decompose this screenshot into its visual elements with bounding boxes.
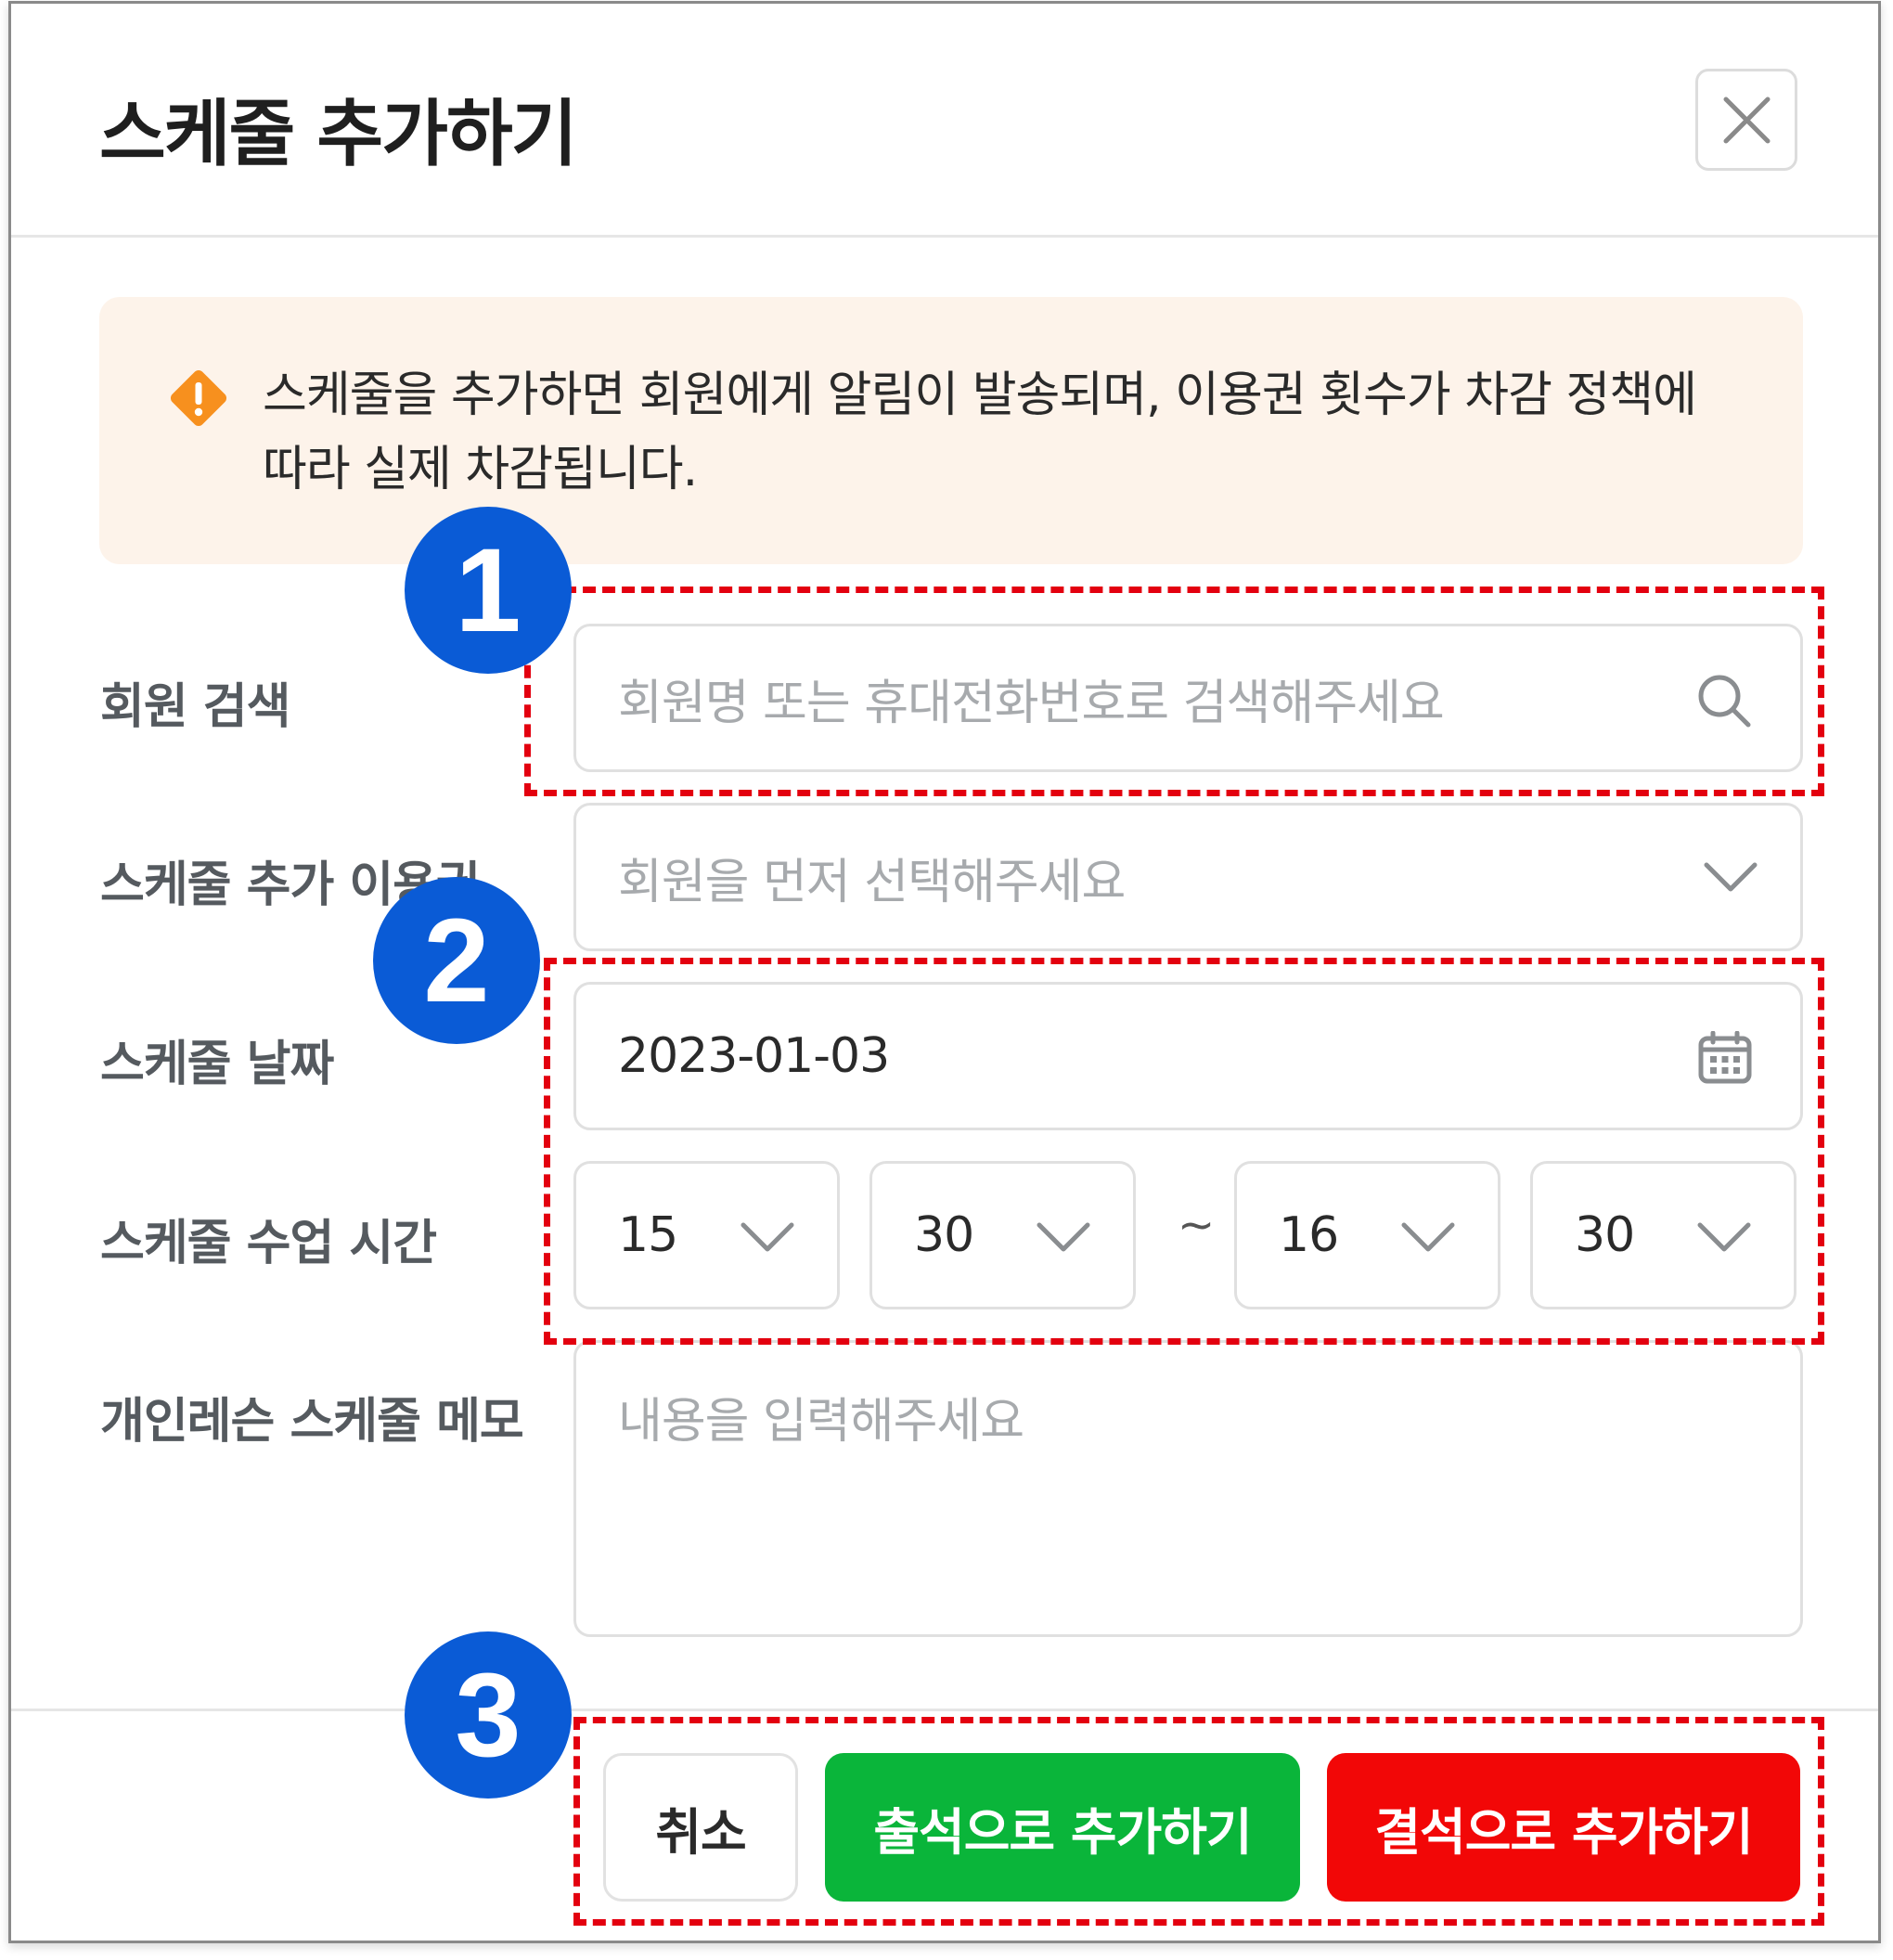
memo-textarea[interactable]: 내용을 입력해주세요 <box>573 1340 1803 1637</box>
chevron-down-icon <box>1704 862 1758 892</box>
notice-text: 스케줄을 추가하면 회원에게 알림이 발송되며, 이용권 횟수가 차감 정책에 … <box>263 358 1766 507</box>
add-schedule-dialog: 스케줄 추가하기 스케줄을 추가하면 회원에게 알림이 발송되며, 이용권 횟수… <box>8 1 1881 1943</box>
close-icon <box>1723 97 1771 144</box>
dialog-title: 스케줄 추가하기 <box>99 93 577 176</box>
pass-select[interactable]: 회원을 먼저 선택해주세요 <box>573 803 1803 951</box>
memo-label: 개인레슨 스케줄 메모 <box>100 1394 524 1450</box>
footer-divider <box>11 1709 1878 1711</box>
close-button[interactable] <box>1695 69 1797 171</box>
annotation-outline-2 <box>544 958 1824 1345</box>
notice-banner: 스케줄을 추가하면 회원에게 알림이 발송되며, 이용권 횟수가 차감 정책에 … <box>99 297 1803 564</box>
annotation-outline-1 <box>524 587 1824 796</box>
member-search-label: 회원 검색 <box>100 679 290 735</box>
notice-line-1: 스케줄을 추가하면 회원에게 알림이 발송되며, 이용권 횟수가 차감 정책에 <box>263 368 1697 423</box>
date-label: 스케줄 날짜 <box>100 1037 334 1092</box>
pass-placeholder: 회원을 먼저 선택해주세요 <box>618 854 1126 910</box>
notice-line-2: 따라 실제 차감됩니다. <box>263 442 698 497</box>
memo-placeholder: 내용을 입력해주세요 <box>618 1394 1024 1450</box>
annotation-badge-2: 2 <box>373 877 540 1044</box>
annotation-badge-3: 3 <box>405 1631 572 1799</box>
annotation-outline-3 <box>573 1717 1824 1926</box>
annotation-badge-1: 1 <box>405 507 572 674</box>
time-label: 스케줄 수업 시간 <box>100 1216 437 1271</box>
warning-diamond-icon <box>170 369 227 427</box>
header-divider <box>11 235 1878 238</box>
